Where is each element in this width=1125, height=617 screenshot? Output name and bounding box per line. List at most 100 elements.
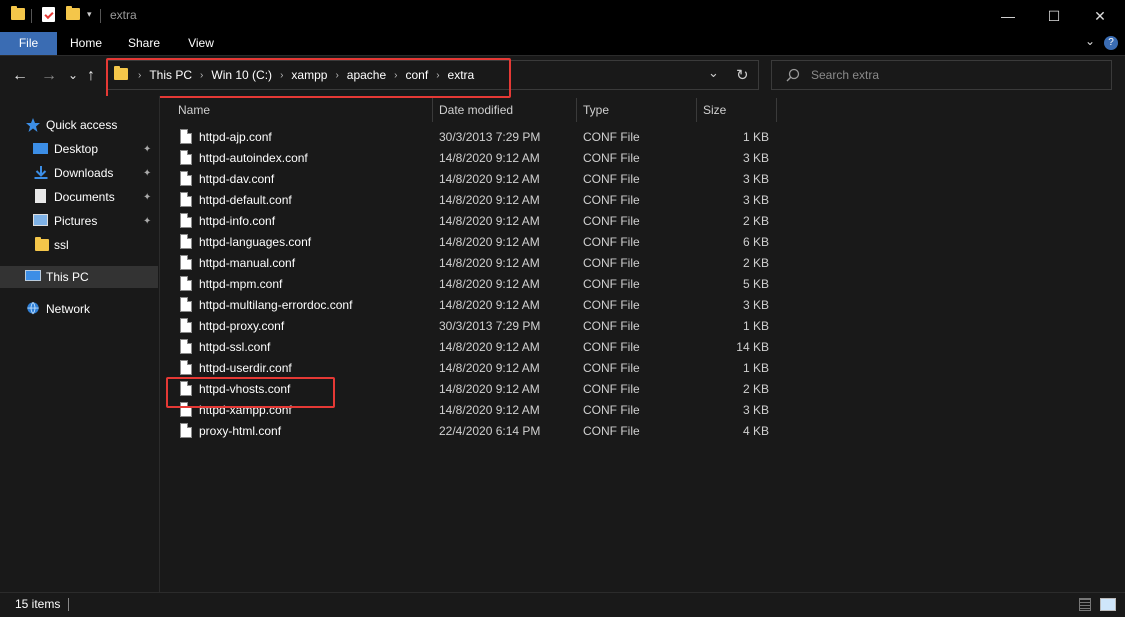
file-type: CONF File	[583, 361, 640, 375]
computer-icon	[25, 270, 41, 281]
column-header-name[interactable]: Name	[172, 96, 438, 124]
tab-file[interactable]: File	[0, 32, 57, 55]
table-row[interactable]: httpd-ssl.conf 14/8/2020 9:12 AM CONF File…	[160, 337, 780, 358]
forward-button[interactable]: →	[41, 67, 57, 85]
file-icon	[180, 360, 192, 375]
file-name: httpd-dav.conf	[199, 172, 275, 186]
pictures-icon	[33, 214, 48, 226]
table-row[interactable]: httpd-multilang-errordoc.conf 14/8/2020 9…	[160, 295, 780, 316]
refresh-icon[interactable]: ↻	[736, 66, 749, 84]
folder-icon	[35, 237, 51, 253]
table-row[interactable]: httpd-default.conf 14/8/2020 9:12 AM CONF …	[160, 190, 780, 211]
file-name: httpd-default.conf	[199, 193, 292, 207]
column-header-size[interactable]: Size	[697, 96, 781, 124]
table-row[interactable]: httpd-languages.conf 14/8/2020 9:12 AM CON…	[160, 232, 780, 253]
file-date: 14/8/2020 9:12 AM	[439, 403, 540, 417]
file-name: proxy-html.conf	[199, 424, 282, 438]
large-icons-view-icon[interactable]	[1100, 598, 1116, 611]
file-size: 1 KB	[742, 319, 769, 333]
file-date: 30/3/2013 7:29 PM	[439, 130, 541, 144]
table-row[interactable]: httpd-info.conf 14/8/2020 9:12 AM CONF Fil…	[160, 211, 780, 232]
file-date: 14/8/2020 9:12 AM	[439, 361, 540, 375]
column-header-date[interactable]: Date modified	[433, 96, 582, 124]
sidebar-item-this-pc[interactable]: This PC	[0, 266, 158, 288]
file-size: 4 KB	[742, 424, 769, 438]
pin-icon[interactable]: ✦	[143, 168, 151, 179]
sidebar-item-network[interactable]: Network	[0, 298, 158, 320]
file-icon	[180, 150, 192, 165]
file-type: CONF File	[583, 319, 640, 333]
file-size: 6 KB	[742, 235, 769, 249]
file-name: httpd-proxy.conf	[199, 319, 285, 333]
address-dropdown-icon[interactable]: ⌄	[708, 65, 719, 81]
table-row[interactable]: proxy-html.conf 22/4/2020 6:14 PM CONF Fil…	[160, 421, 780, 442]
file-type: CONF File	[583, 130, 640, 144]
file-date: 14/8/2020 9:12 AM	[439, 298, 540, 312]
file-name: httpd-ssl.conf	[199, 340, 271, 354]
downloads-icon	[34, 166, 48, 179]
table-row[interactable]: httpd-mpm.conf 14/8/2020 9:12 AM CONF File…	[160, 274, 780, 295]
file-icon	[180, 297, 192, 312]
file-name: httpd-mpm.conf	[199, 277, 283, 291]
file-icon	[180, 318, 192, 333]
file-type: CONF File	[583, 151, 640, 165]
table-row[interactable]: httpd-ajp.conf 30/3/2013 7:29 PM CONF File…	[160, 127, 780, 148]
file-size: 2 KB	[742, 214, 769, 228]
sidebar-item-label: Pictures	[54, 214, 98, 228]
divider	[68, 598, 69, 611]
properties-icon[interactable]	[42, 7, 55, 22]
customize-toolbar-icon[interactable]: ▾	[87, 9, 92, 20]
sidebar-item-desktop[interactable]: Desktop ✦	[0, 138, 158, 160]
expand-ribbon-icon[interactable]: ⌄	[1085, 34, 1095, 48]
sidebar-item-label: Quick access	[46, 118, 118, 132]
file-size: 3 KB	[742, 172, 769, 186]
file-name: httpd-info.conf	[199, 214, 276, 228]
tab-share[interactable]: Share	[119, 32, 169, 55]
new-folder-icon[interactable]	[66, 6, 80, 20]
pin-icon[interactable]: ✦	[143, 144, 151, 155]
sidebar-item-pictures[interactable]: Pictures ✦	[0, 210, 158, 232]
search-input[interactable]: Search extra	[771, 60, 1112, 90]
file-type: CONF File	[583, 403, 640, 417]
back-button[interactable]: ←	[12, 67, 28, 85]
sidebar-item-documents[interactable]: Documents ✦	[0, 186, 158, 208]
network-icon	[27, 302, 39, 315]
table-row[interactable]: httpd-userdir.conf 14/8/2020 9:12 AM CONF …	[160, 358, 780, 379]
table-row[interactable]: httpd-dav.conf 14/8/2020 9:12 AM CONF File…	[160, 169, 780, 190]
sidebar-item-ssl[interactable]: ssl	[0, 234, 158, 256]
table-row[interactable]: httpd-autoindex.conf 14/8/2020 9:12 AM CON…	[160, 148, 780, 169]
column-divider[interactable]	[776, 98, 777, 122]
file-icon	[180, 171, 192, 186]
recent-locations-button[interactable]: ⌄	[68, 68, 78, 82]
sidebar-item-quick-access[interactable]: Quick access	[0, 114, 158, 136]
file-date: 14/8/2020 9:12 AM	[439, 277, 540, 291]
minimize-button[interactable]: —	[985, 0, 1031, 32]
file-name: httpd-userdir.conf	[199, 361, 292, 375]
file-icon	[180, 276, 192, 291]
table-row[interactable]: httpd-manual.conf 14/8/2020 9:12 AM CONF F…	[160, 253, 780, 274]
tab-home[interactable]: Home	[61, 32, 111, 55]
file-type: CONF File	[583, 277, 640, 291]
file-size: 1 KB	[742, 361, 769, 375]
details-view-icon[interactable]	[1079, 598, 1091, 611]
help-icon[interactable]: ?	[1104, 36, 1118, 50]
search-icon	[786, 68, 800, 82]
pin-icon[interactable]: ✦	[143, 216, 151, 227]
up-button[interactable]: ↑	[87, 67, 95, 85]
file-type: CONF File	[583, 424, 640, 438]
file-icon	[180, 213, 192, 228]
window-title: extra	[110, 8, 137, 22]
column-header-type[interactable]: Type	[577, 96, 701, 124]
file-icon	[180, 129, 192, 144]
documents-icon	[35, 189, 46, 203]
sidebar-item-downloads[interactable]: Downloads ✦	[0, 162, 158, 184]
file-size: 3 KB	[742, 403, 769, 417]
tab-view[interactable]: View	[176, 32, 226, 55]
sidebar-item-label: Desktop	[54, 142, 99, 156]
pin-icon[interactable]: ✦	[143, 192, 151, 203]
file-name: httpd-languages.conf	[199, 235, 312, 249]
file-name: httpd-manual.conf	[199, 256, 296, 270]
close-button[interactable]: ✕	[1077, 0, 1123, 32]
maximize-button[interactable]: ☐	[1031, 0, 1077, 32]
table-row[interactable]: httpd-proxy.conf 30/3/2013 7:29 PM CONF Fi…	[160, 316, 780, 337]
